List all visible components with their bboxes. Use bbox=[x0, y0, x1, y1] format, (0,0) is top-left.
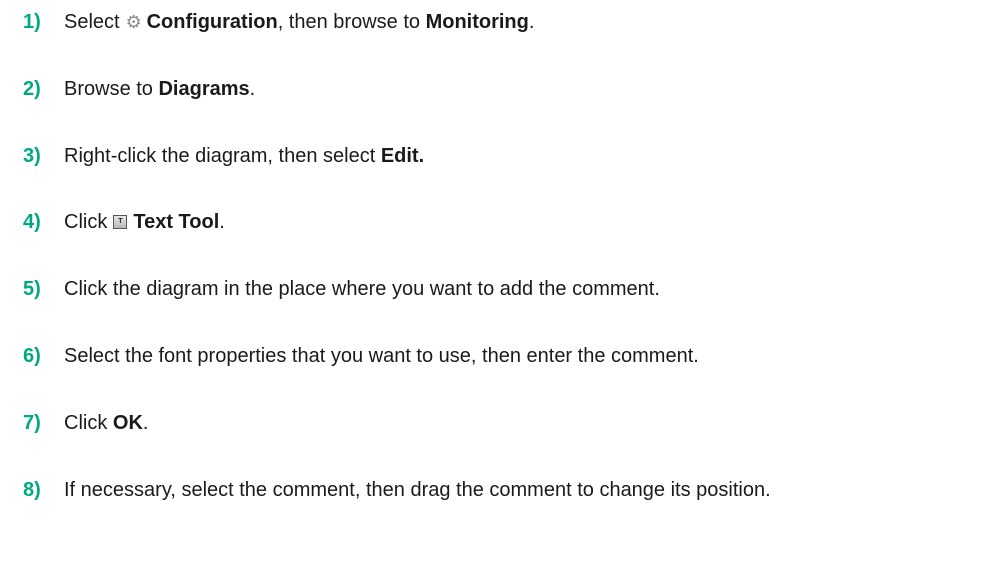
step-4: 4) Click T Text Tool . bbox=[0, 207, 1005, 237]
menu-configuration: Configuration bbox=[146, 11, 278, 33]
step-text: Click T Text Tool . bbox=[64, 210, 225, 234]
menu-text-tool: Text Tool bbox=[133, 211, 220, 233]
step-text-part: . bbox=[249, 78, 256, 100]
step-number: 5) bbox=[23, 278, 41, 300]
menu-edit: Edit. bbox=[380, 145, 425, 167]
step-number: 8) bbox=[23, 479, 41, 501]
step-text-part: Right-click the diagram, then select bbox=[64, 145, 381, 167]
step-6: 6) Select the font properties that you w… bbox=[0, 341, 1005, 371]
step-7: 7) Click OK . bbox=[0, 408, 1005, 438]
step-number: 3) bbox=[23, 145, 41, 167]
menu-monitoring: Monitoring bbox=[425, 11, 529, 33]
step-number: 4) bbox=[23, 211, 41, 233]
step-text: Right-click the diagram, then select Edi… bbox=[64, 144, 424, 168]
step-text-part: Select the font properties that you want… bbox=[64, 345, 699, 367]
step-number: 7) bbox=[23, 412, 41, 434]
step-text-part: If necessary, select the comment, then d… bbox=[64, 479, 771, 501]
step-number: 6) bbox=[23, 345, 41, 367]
step-5: 5) Click the diagram in the place where … bbox=[0, 274, 1005, 304]
step-text-part: Click bbox=[64, 211, 108, 233]
step-text: Click the diagram in the place where you… bbox=[64, 277, 660, 301]
step-text: Click OK . bbox=[64, 411, 148, 435]
step-text: Browse to Diagrams . bbox=[64, 77, 255, 101]
step-text-part: . bbox=[219, 211, 225, 233]
step-text-part: Click bbox=[64, 412, 113, 434]
step-text: Select ⚙ Configuration , then browse to … bbox=[64, 10, 534, 34]
step-8: 8) If necessary, select the comment, the… bbox=[0, 475, 1005, 505]
step-2: 2) Browse to Diagrams . bbox=[0, 74, 1005, 104]
step-text-part: Select bbox=[64, 11, 120, 33]
step-text: If necessary, select the comment, then d… bbox=[64, 478, 771, 502]
step-3: 3) Right-click the diagram, then select … bbox=[0, 141, 1005, 171]
text-tool-icon: T bbox=[113, 215, 128, 229]
step-text-part: Browse to bbox=[64, 78, 159, 100]
step-text: Select the font properties that you want… bbox=[64, 344, 699, 368]
gear-icon: ⚙ bbox=[125, 12, 142, 32]
menu-diagrams: Diagrams bbox=[158, 78, 250, 100]
menu-ok: OK bbox=[112, 412, 143, 434]
step-number: 1) bbox=[23, 11, 41, 33]
step-text-part: . bbox=[528, 11, 535, 33]
step-text-part: , then browse to bbox=[277, 11, 426, 33]
step-number: 2) bbox=[23, 78, 41, 100]
step-1: 1) Select ⚙ Configuration , then browse … bbox=[0, 7, 1005, 37]
step-text-part: Click the diagram in the place where you… bbox=[64, 278, 660, 300]
step-text-part: . bbox=[142, 412, 149, 434]
